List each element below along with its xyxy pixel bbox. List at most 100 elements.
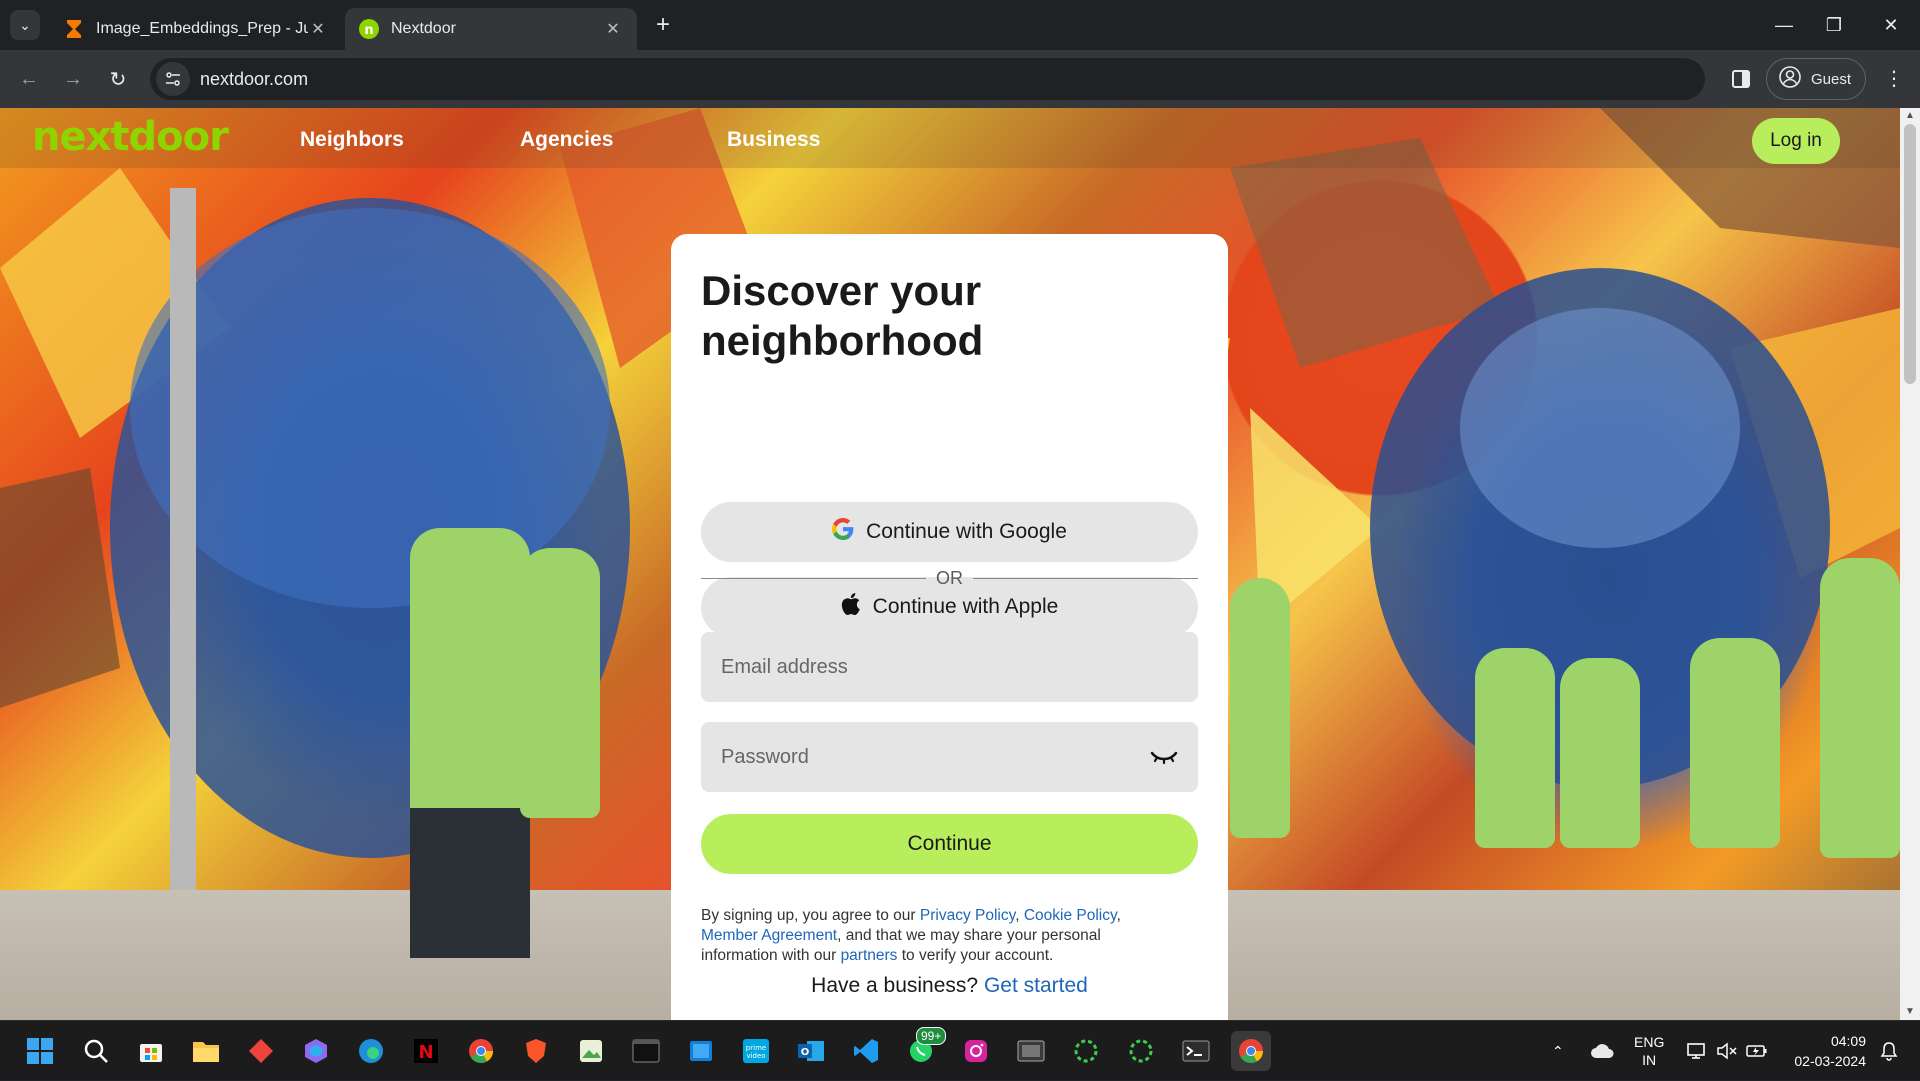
- virtual-machine-icon[interactable]: [1011, 1031, 1051, 1071]
- address-bar[interactable]: nextdoor.com: [150, 58, 1705, 100]
- command-prompt-icon[interactable]: [1176, 1031, 1216, 1071]
- windows-taskbar: N prime video O 99+ ⌃ ENG IN 04:09 02-03…: [0, 1020, 1920, 1080]
- painter-figure: [1560, 658, 1640, 848]
- scroll-down-arrow-icon[interactable]: ▼: [1900, 1004, 1920, 1020]
- profile-label: Guest: [1811, 70, 1852, 88]
- email-field[interactable]: [701, 632, 1198, 702]
- google-icon: [832, 518, 854, 546]
- legal-text: ,: [1015, 907, 1024, 924]
- card-title: Discover your neighborhood: [701, 267, 984, 364]
- battery-icon[interactable]: [1746, 1021, 1768, 1081]
- volume-muted-icon[interactable]: [1716, 1021, 1738, 1081]
- edge-icon[interactable]: [351, 1031, 391, 1071]
- window-app-icon[interactable]: [681, 1031, 721, 1071]
- nextdoor-logo[interactable]: nextdoor: [32, 114, 229, 160]
- svg-text:video: video: [746, 1052, 765, 1060]
- close-tab-icon[interactable]: ✕: [308, 19, 328, 39]
- painter-figure: [410, 808, 530, 958]
- apple-button-label: Continue with Apple: [872, 595, 1059, 618]
- privacy-policy-link[interactable]: Privacy Policy: [920, 907, 1015, 924]
- netflix-icon[interactable]: N: [406, 1031, 446, 1071]
- search-icon[interactable]: [76, 1031, 116, 1071]
- partners-link[interactable]: partners: [841, 947, 898, 964]
- browser-tab-nextdoor[interactable]: n Nextdoor ✕: [345, 8, 637, 50]
- nextdoor-favicon-icon: n: [359, 19, 379, 39]
- nav-agencies[interactable]: Agencies: [520, 128, 613, 152]
- scroll-up-arrow-icon[interactable]: ▲: [1900, 108, 1920, 124]
- show-password-eye-icon[interactable]: [1150, 747, 1178, 767]
- browser-toolbar: ← → ↻ nextdoor.com Guest ⋮: [0, 50, 1920, 108]
- painter-figure: [520, 548, 600, 818]
- business-prompt: Have a business? Get started: [671, 974, 1228, 998]
- onedrive-cloud-icon[interactable]: [1590, 1021, 1614, 1081]
- site-info-icon[interactable]: [156, 62, 190, 96]
- loading-ring-icon[interactable]: [1121, 1031, 1161, 1071]
- reload-icon[interactable]: ↻: [103, 64, 133, 94]
- loading-ring-icon[interactable]: [1066, 1031, 1106, 1071]
- svg-text:prime: prime: [746, 1044, 766, 1052]
- signup-card: Discover your neighborhood Continue with…: [671, 234, 1228, 1020]
- password-field[interactable]: [701, 722, 1198, 792]
- nav-business[interactable]: Business: [727, 128, 820, 152]
- divider-line: [973, 577, 1198, 579]
- profile-button[interactable]: Guest: [1766, 58, 1866, 100]
- prime-video-icon[interactable]: prime video: [736, 1031, 776, 1071]
- nav-neighbors[interactable]: Neighbors: [300, 128, 404, 152]
- browser-menu-icon[interactable]: ⋮: [1882, 64, 1906, 94]
- language-indicator[interactable]: ENG IN: [1634, 1021, 1664, 1081]
- windows-start-icon[interactable]: [20, 1031, 60, 1071]
- continue-with-google-button[interactable]: Continue with Google: [701, 502, 1198, 562]
- chrome-icon[interactable]: [461, 1031, 501, 1071]
- instagram-icon[interactable]: [956, 1031, 996, 1071]
- notification-bell-icon[interactable]: [1880, 1021, 1898, 1081]
- member-agreement-link[interactable]: Member Agreement: [701, 927, 837, 944]
- tray-overflow-chevron-icon[interactable]: ⌃: [1552, 1021, 1564, 1081]
- browser-tab-bar: ⌄ Image_Embeddings_Prep - Jupy ✕ n Nextd…: [0, 0, 1920, 50]
- legal-text: to verify your account.: [897, 947, 1054, 964]
- scrollbar-thumb[interactable]: [1904, 124, 1916, 384]
- painter-figure: [1230, 578, 1290, 838]
- file-explorer-icon[interactable]: [186, 1031, 226, 1071]
- clock[interactable]: 04:09 02-03-2024: [1782, 1031, 1866, 1071]
- side-panel-icon[interactable]: [1726, 64, 1756, 94]
- terminal-icon[interactable]: [626, 1031, 666, 1071]
- close-window-button[interactable]: ✕: [1862, 0, 1920, 50]
- google-button-label: Continue with Google: [866, 520, 1067, 543]
- page-scrollbar[interactable]: ▲ ▼: [1900, 108, 1920, 1020]
- new-tab-button[interactable]: +: [650, 12, 676, 38]
- browser-tab-jupyter[interactable]: Image_Embeddings_Prep - Jupy ✕: [50, 8, 342, 50]
- cookie-policy-link[interactable]: Cookie Policy: [1024, 907, 1117, 924]
- back-arrow-icon[interactable]: ←: [14, 64, 44, 94]
- language-line2: IN: [1642, 1052, 1657, 1068]
- svg-text:n: n: [364, 23, 373, 38]
- chevron-down-icon: ⌄: [19, 16, 31, 33]
- continue-button[interactable]: Continue: [701, 814, 1198, 874]
- legal-notice: By signing up, you agree to our Privacy …: [701, 906, 1181, 966]
- whatsapp-unread-badge: 99+: [916, 1027, 947, 1045]
- painter-figure: [410, 528, 530, 818]
- painter-figure: [1475, 648, 1555, 848]
- vscode-icon[interactable]: [846, 1031, 886, 1071]
- tab-search-button[interactable]: ⌄: [10, 10, 40, 40]
- restore-window-button[interactable]: ❐: [1805, 0, 1863, 50]
- password-input[interactable]: [721, 745, 1150, 769]
- chrome-active-icon[interactable]: [1231, 1031, 1271, 1071]
- divider-line: [701, 577, 926, 579]
- microsoft-store-icon[interactable]: [131, 1031, 171, 1071]
- brave-icon[interactable]: [516, 1031, 556, 1071]
- anydesk-icon[interactable]: [241, 1031, 281, 1071]
- close-tab-icon[interactable]: ✕: [603, 19, 623, 39]
- legal-text: By signing up, you agree to our: [701, 907, 920, 924]
- email-input[interactable]: [721, 655, 1178, 679]
- forward-arrow-icon[interactable]: →: [58, 64, 88, 94]
- copilot-icon[interactable]: [296, 1031, 336, 1071]
- get-started-link[interactable]: Get started: [984, 974, 1088, 997]
- tab-title: Nextdoor: [391, 20, 456, 37]
- profile-avatar-icon: [1779, 66, 1801, 92]
- outlook-icon[interactable]: O: [791, 1031, 831, 1071]
- clock-date: 02-03-2024: [1794, 1053, 1866, 1069]
- photos-icon[interactable]: [571, 1031, 611, 1071]
- painter-figure: [1690, 638, 1780, 848]
- network-icon[interactable]: [1686, 1021, 1708, 1081]
- login-button[interactable]: Log in: [1752, 118, 1840, 164]
